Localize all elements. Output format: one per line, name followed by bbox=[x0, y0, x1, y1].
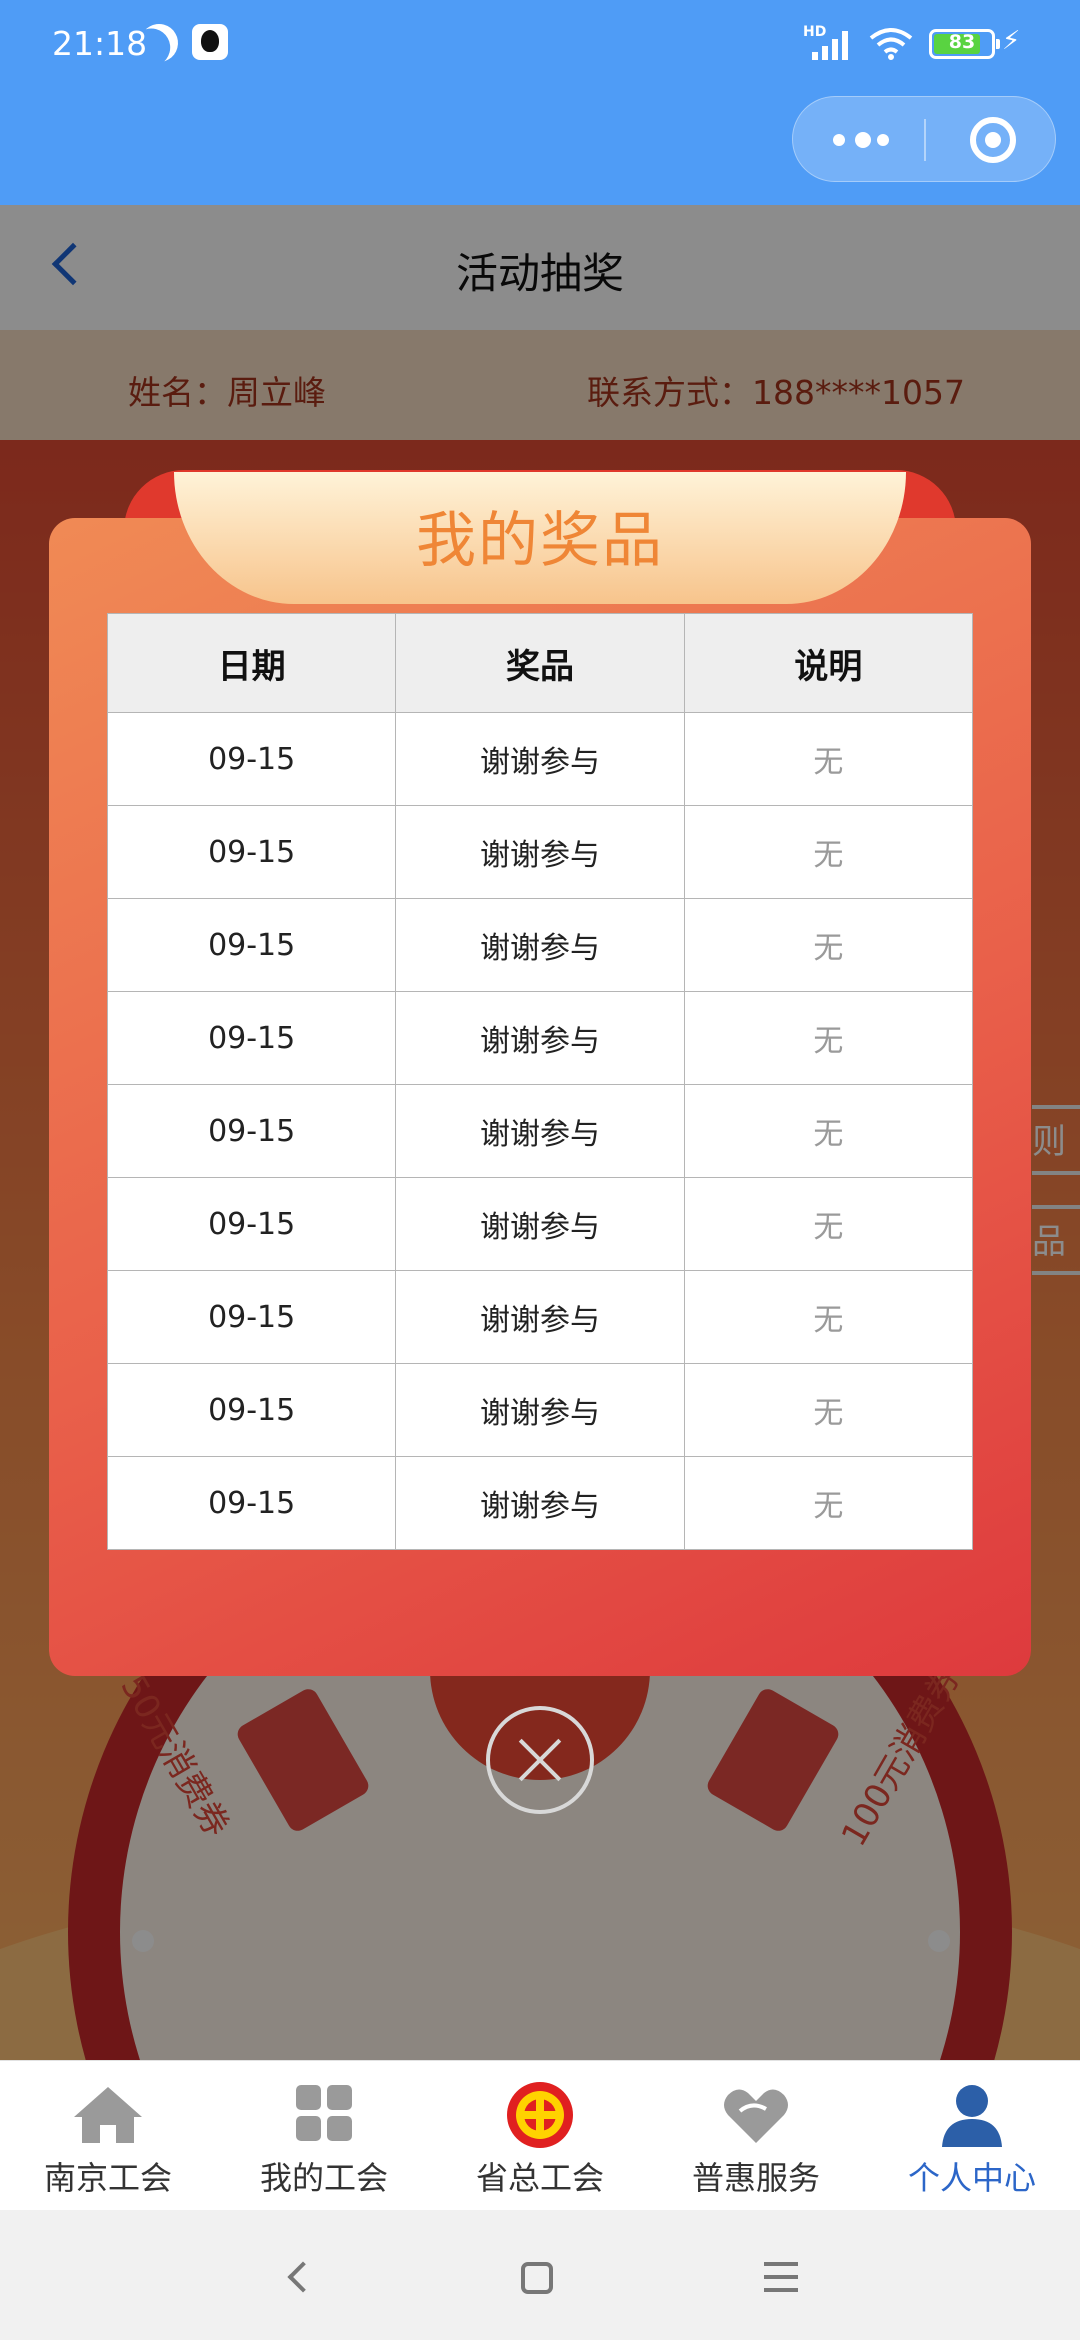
target-icon[interactable] bbox=[970, 117, 1016, 163]
cell-prize: 谢谢参与 bbox=[395, 1177, 685, 1271]
cell-prize: 谢谢参与 bbox=[395, 1084, 685, 1178]
cell-note: 无 bbox=[683, 991, 974, 1085]
status-time: 21:18 bbox=[52, 24, 148, 63]
qq-icon bbox=[192, 24, 228, 60]
capsule-divider bbox=[924, 119, 926, 161]
cell-note: 无 bbox=[683, 898, 974, 992]
tab-nanjing-union[interactable]: 南京工会 bbox=[0, 2061, 216, 2211]
prize-table: 日期 奖品 说明 09-15 谢谢参与无 09-15 谢谢参与无 09-15 谢谢参与… bbox=[106, 613, 974, 1550]
signal-icon bbox=[812, 31, 848, 60]
tab-label: 普惠服务 bbox=[691, 2159, 820, 2197]
table-row: 09-15 谢谢参与无 bbox=[106, 712, 974, 806]
cell-prize: 谢谢参与 bbox=[395, 991, 685, 1085]
table-header-row: 日期 奖品 说明 bbox=[106, 613, 974, 713]
cell-note: 无 bbox=[683, 805, 974, 899]
cell-date: 09-15 bbox=[106, 991, 397, 1085]
table-row: 09-15 谢谢参与无 bbox=[106, 1177, 974, 1271]
cell-date: 09-15 bbox=[106, 1456, 397, 1550]
tab-personal-center[interactable]: 个人中心 bbox=[864, 2061, 1080, 2211]
grid-icon bbox=[296, 2085, 352, 2141]
cell-date: 09-15 bbox=[106, 1177, 397, 1271]
cell-prize: 谢谢参与 bbox=[395, 712, 685, 806]
cell-date: 09-15 bbox=[106, 712, 397, 806]
cell-prize: 谢谢参与 bbox=[395, 1363, 685, 1457]
cell-date: 09-15 bbox=[106, 1270, 397, 1364]
more-dots-icon[interactable] bbox=[831, 130, 891, 150]
union-emblem-icon bbox=[507, 2082, 573, 2148]
tab-benefit-service[interactable]: 普惠服务 bbox=[648, 2061, 864, 2211]
column-header-date: 日期 bbox=[106, 613, 397, 713]
table-row: 09-15 谢谢参与无 bbox=[106, 1363, 974, 1457]
table-row: 09-15 谢谢参与无 bbox=[106, 898, 974, 992]
system-home-icon[interactable] bbox=[521, 2262, 553, 2294]
battery-level: 83 bbox=[948, 31, 976, 53]
column-header-note: 说明 bbox=[683, 613, 974, 713]
system-back-icon[interactable] bbox=[287, 2261, 319, 2293]
table-row: 09-15 谢谢参与无 bbox=[106, 1456, 974, 1550]
modal-title: 我的奖品 bbox=[416, 506, 664, 576]
cell-note: 无 bbox=[683, 1456, 974, 1550]
tab-label: 南京工会 bbox=[43, 2159, 172, 2197]
cell-note: 无 bbox=[683, 1363, 974, 1457]
cell-date: 09-15 bbox=[106, 898, 397, 992]
cell-prize: 谢谢参与 bbox=[395, 805, 685, 899]
column-header-prize: 奖品 bbox=[395, 613, 685, 713]
tab-label: 我的工会 bbox=[259, 2159, 388, 2197]
home-icon bbox=[74, 2087, 142, 2143]
wifi-icon bbox=[869, 28, 913, 60]
modal-title-ribbon: 我的奖品 bbox=[174, 472, 906, 604]
cell-prize: 谢谢参与 bbox=[395, 898, 685, 992]
cell-date: 09-15 bbox=[106, 805, 397, 899]
battery-icon: 83 bbox=[929, 29, 1000, 59]
mini-program-capsule bbox=[792, 96, 1056, 182]
cell-prize: 谢谢参与 bbox=[395, 1270, 685, 1364]
cell-prize: 谢谢参与 bbox=[395, 1456, 685, 1550]
system-menu-icon[interactable] bbox=[764, 2262, 798, 2292]
person-icon bbox=[942, 2085, 1002, 2147]
cell-note: 无 bbox=[683, 1270, 974, 1364]
cell-date: 09-15 bbox=[106, 1363, 397, 1457]
table-row: 09-15 谢谢参与无 bbox=[106, 1270, 974, 1364]
table-row: 09-15 谢谢参与无 bbox=[106, 805, 974, 899]
system-nav-bar bbox=[0, 2210, 1080, 2340]
bottom-tab-bar: 南京工会 我的工会 省总工会 普惠服务 个人中心 bbox=[0, 2060, 1080, 2210]
cell-note: 无 bbox=[683, 712, 974, 806]
table-row: 09-15 谢谢参与无 bbox=[106, 1084, 974, 1178]
heart-icon bbox=[724, 2089, 788, 2143]
cell-note: 无 bbox=[683, 1177, 974, 1271]
charging-icon: ⚡ bbox=[1002, 26, 1021, 56]
close-circle-icon[interactable] bbox=[486, 1706, 594, 1814]
tab-label: 省总工会 bbox=[475, 2159, 604, 2197]
tab-label: 个人中心 bbox=[907, 2159, 1036, 2197]
app-header: 21:18 HD 83 ⚡ bbox=[0, 0, 1080, 205]
tab-my-union[interactable]: 我的工会 bbox=[216, 2061, 432, 2211]
tab-provincial-union[interactable]: 省总工会 bbox=[432, 2061, 648, 2211]
cell-date: 09-15 bbox=[106, 1084, 397, 1178]
table-row: 09-15 谢谢参与无 bbox=[106, 991, 974, 1085]
cell-note: 无 bbox=[683, 1084, 974, 1178]
